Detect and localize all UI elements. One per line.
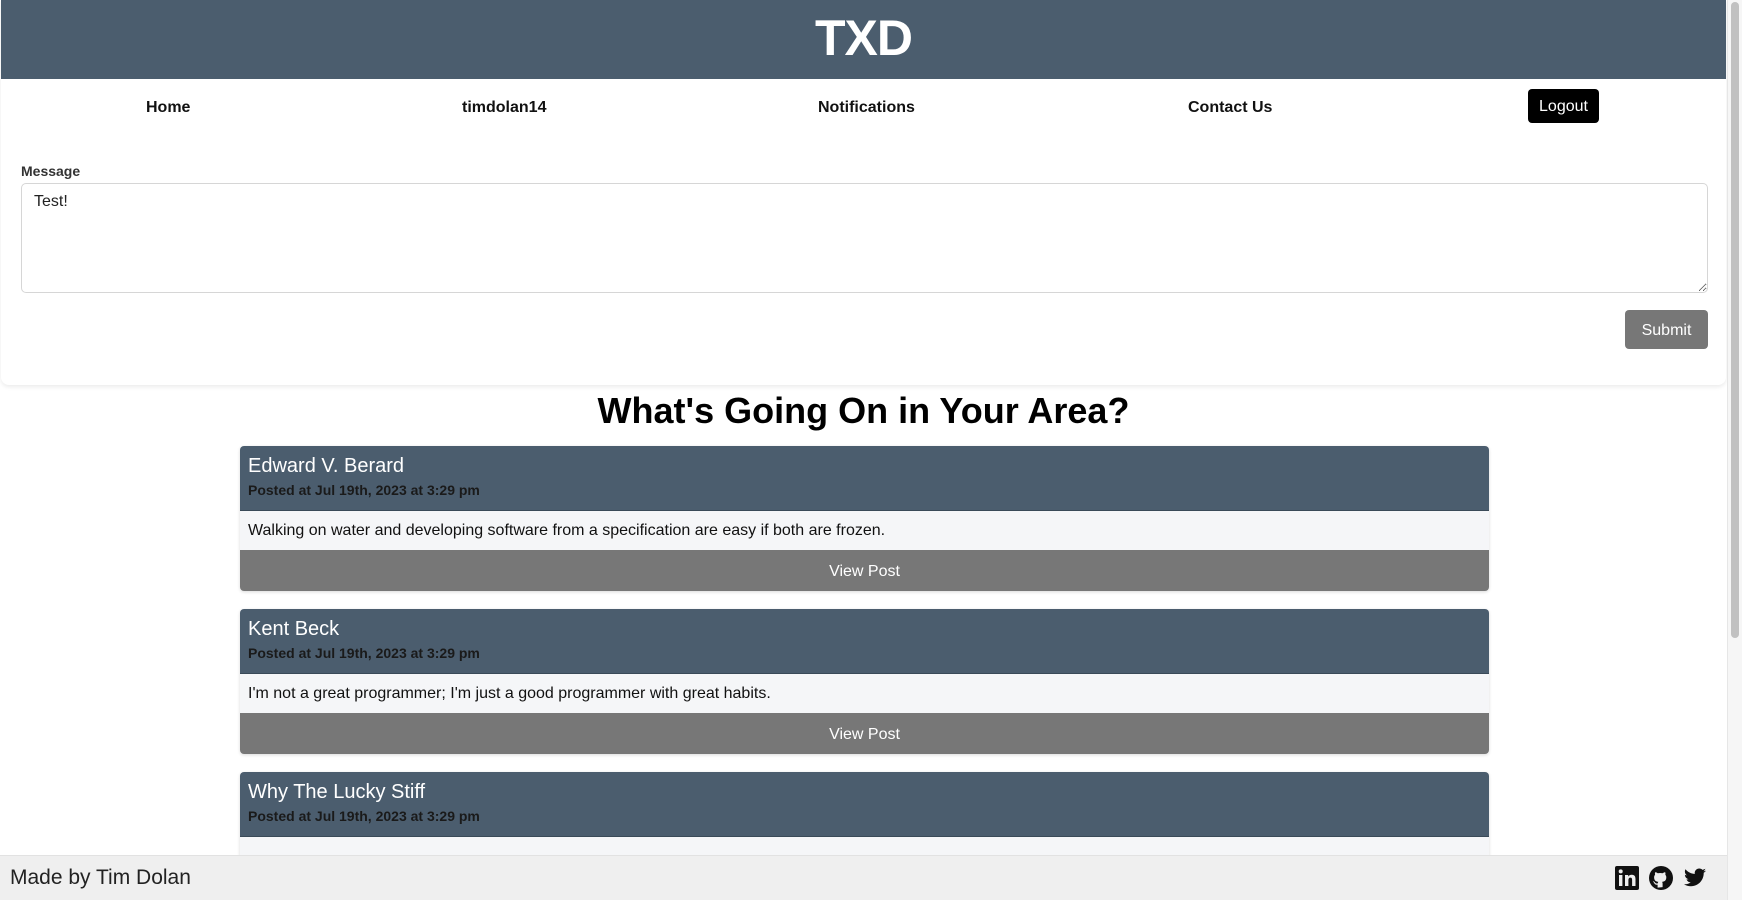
post-author: Edward V. Berard [248, 455, 405, 477]
page-scrollbar[interactable] [1727, 0, 1742, 900]
site-header: TXD [1, 0, 1726, 79]
post-date: Posted at Jul 19th, 2023 at 3:29 pm [248, 808, 480, 824]
main-nav: Home timdolan14 Notifications Contact Us… [1, 79, 1726, 139]
footer-credit: Made by Tim Dolan [10, 866, 191, 889]
view-post-button[interactable]: View Post [240, 713, 1489, 754]
twitter-icon[interactable] [1682, 865, 1708, 891]
github-icon[interactable] [1648, 865, 1674, 891]
linkedin-icon[interactable] [1614, 865, 1640, 891]
page: TXD Home timdolan14 Notifications Contac… [0, 0, 1727, 900]
nav-profile-link[interactable]: timdolan14 [462, 99, 546, 117]
top-card: TXD Home timdolan14 Notifications Contac… [1, 0, 1726, 385]
view-post-button[interactable]: View Post [240, 550, 1489, 591]
post-date: Posted at Jul 19th, 2023 at 3:29 pm [248, 482, 480, 498]
post-author: Why The Lucky Stiff [248, 781, 426, 803]
scrollbar-thumb[interactable] [1731, 2, 1739, 638]
feed-title: What's Going On in Your Area? [597, 390, 1130, 431]
post-header: Why The Lucky Stiff Posted at Jul 19th, … [240, 772, 1489, 837]
post-body: I'm not a great programmer; I'm just a g… [240, 674, 1489, 713]
post-header: Kent Beck Posted at Jul 19th, 2023 at 3:… [240, 609, 1489, 674]
nav-home-link[interactable]: Home [146, 99, 190, 117]
browser-viewport: TXD Home timdolan14 Notifications Contac… [0, 0, 1742, 900]
site-footer: Made by Tim Dolan [0, 855, 1727, 900]
post-date: Posted at Jul 19th, 2023 at 3:29 pm [248, 645, 480, 661]
post-card: Kent Beck Posted at Jul 19th, 2023 at 3:… [240, 609, 1489, 754]
message-label: Message [21, 163, 81, 179]
post-body: Walking on water and developing software… [240, 511, 1489, 550]
post-card: Edward V. Berard Posted at Jul 19th, 202… [240, 446, 1489, 591]
post-feed: Edward V. Berard Posted at Jul 19th, 202… [240, 446, 1489, 894]
message-textarea[interactable] [21, 183, 1708, 293]
submit-button[interactable]: Submit [1625, 310, 1708, 349]
nav-notifications-link[interactable]: Notifications [818, 99, 915, 117]
logout-button[interactable]: Logout [1528, 89, 1599, 123]
nav-contact-link[interactable]: Contact Us [1188, 99, 1272, 117]
post-author: Kent Beck [248, 618, 340, 640]
post-header: Edward V. Berard Posted at Jul 19th, 202… [240, 446, 1489, 511]
site-logo[interactable]: TXD [815, 10, 913, 66]
